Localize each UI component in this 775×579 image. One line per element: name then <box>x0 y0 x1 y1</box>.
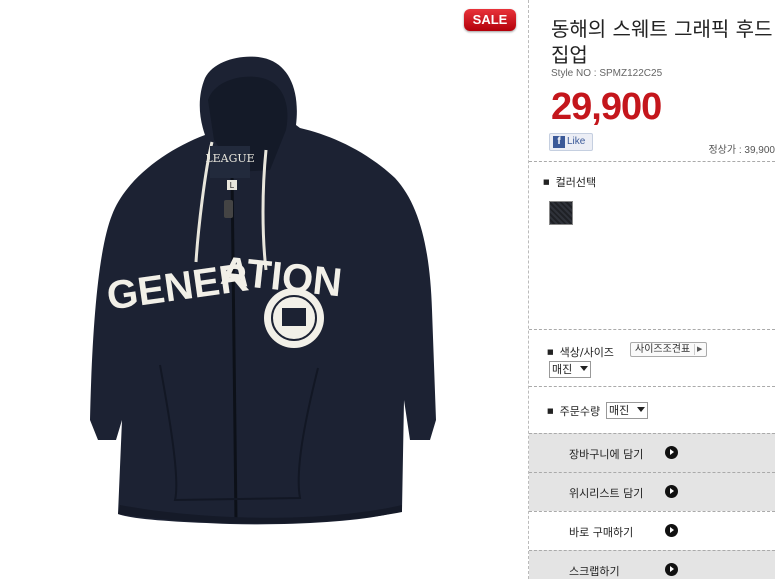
add-to-wishlist-button[interactable]: 위시리스트 담기 <box>529 472 775 511</box>
product-image-area: LEAGUE L GENER ATION SALE <box>0 0 528 579</box>
add-to-wishlist-label: 위시리스트 담기 <box>569 487 644 500</box>
chevron-down-icon <box>637 407 646 412</box>
divider <box>529 161 775 162</box>
color-size-value: 매진 <box>552 363 573 376</box>
zipper-pull-icon <box>224 200 233 218</box>
hoodie-product-image[interactable]: LEAGUE L GENER ATION <box>0 0 528 579</box>
quantity-value: 매진 <box>609 404 630 417</box>
arrow-circle-icon <box>665 485 678 498</box>
sale-badge: SALE <box>464 9 516 31</box>
color-size-select[interactable]: 매진 <box>549 361 592 378</box>
color-select-label: 컬러선택 <box>543 174 596 190</box>
quantity-label: 주문수량 <box>547 403 600 419</box>
chevron-right-icon: ▶ <box>694 344 704 355</box>
product-title: 동해의 스웨트 그래픽 후드 집업 <box>551 17 773 67</box>
buy-now-button[interactable]: 바로 구매하기 <box>529 511 775 550</box>
divider <box>529 386 775 387</box>
scrap-button[interactable]: 스크랩하기 <box>529 550 775 579</box>
arrow-circle-icon <box>665 563 678 576</box>
add-to-cart-label: 장바구니에 담기 <box>569 448 644 461</box>
facebook-like-button[interactable]: f Like <box>549 133 593 151</box>
color-swatch-navy[interactable] <box>549 201 573 225</box>
arrow-circle-icon <box>665 524 678 537</box>
style-number: Style NO : SPMZ122C25 <box>551 68 663 79</box>
divider <box>529 329 775 330</box>
facebook-icon: f <box>553 136 565 148</box>
size-guide-button[interactable]: 사이즈조견표 ▶ <box>630 342 708 357</box>
add-to-cart-button[interactable]: 장바구니에 담기 <box>529 433 775 472</box>
arrow-circle-icon <box>665 446 678 459</box>
product-info-panel: 동해의 스웨트 그래픽 후드 집업 Style NO : SPMZ122C25 … <box>529 0 775 579</box>
size-tag-text: L <box>230 181 235 190</box>
neck-label-text: LEAGUE <box>205 152 254 165</box>
color-size-label: 색상/사이즈 <box>547 344 614 360</box>
scrap-label: 스크랩하기 <box>569 565 620 578</box>
quantity-select[interactable]: 매진 <box>606 402 649 419</box>
like-label: Like <box>567 136 586 147</box>
sale-price: 29,900 <box>551 86 662 128</box>
buy-now-label: 바로 구매하기 <box>569 526 634 539</box>
size-guide-label: 사이즈조견표 <box>635 344 691 355</box>
list-price: 정상가 : 39,900 <box>708 145 775 156</box>
chevron-down-icon <box>580 366 589 371</box>
